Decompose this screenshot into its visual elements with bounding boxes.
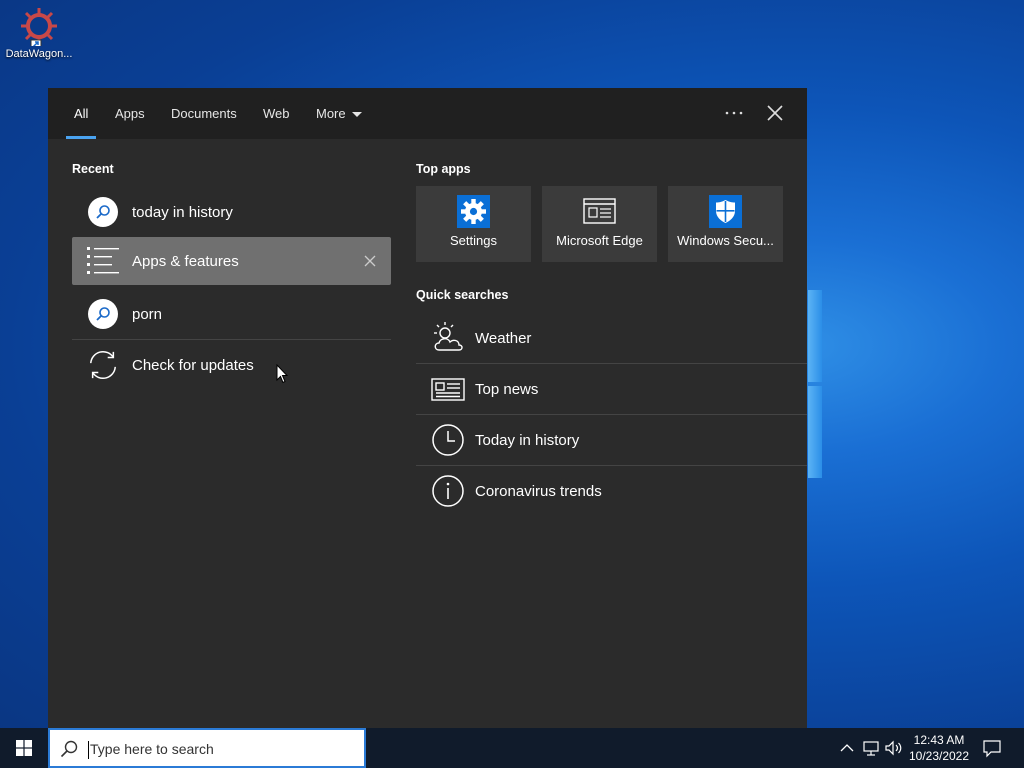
quick-search-coronavirus-trends[interactable]: Coronavirus trends <box>416 466 807 516</box>
chevron-up-icon <box>840 744 854 752</box>
search-tabs-bar: All Apps Documents Web More <box>48 88 807 139</box>
top-app-settings[interactable]: Settings <box>416 186 531 262</box>
clock-date: 10/23/2022 <box>908 749 970 763</box>
remove-recent-button[interactable] <box>363 254 377 268</box>
ellipsis-icon <box>725 111 743 115</box>
top-app-windows-security[interactable]: Windows Secu... <box>668 186 783 262</box>
start-button[interactable] <box>0 728 48 768</box>
top-app-label: Microsoft Edge <box>556 233 643 248</box>
quick-search-label: Coronavirus trends <box>475 482 602 500</box>
show-hidden-icons-button[interactable] <box>838 738 856 758</box>
quick-search-weather[interactable]: Weather <box>416 313 807 363</box>
desktop-wallpaper-beam <box>808 386 822 478</box>
top-app-microsoft-edge[interactable]: Microsoft Edge <box>542 186 657 262</box>
close-icon <box>767 105 783 121</box>
clock-time: 12:43 AM <box>913 733 965 747</box>
recent-title: Recent <box>72 162 114 176</box>
tab-more[interactable]: More <box>314 88 364 139</box>
close-button[interactable] <box>764 102 786 124</box>
windows-logo-icon <box>16 740 32 756</box>
tab-web[interactable]: Web <box>261 88 292 139</box>
network-button[interactable] <box>862 738 880 758</box>
tab-all[interactable]: All <box>65 88 98 139</box>
action-center-button[interactable] <box>982 738 1002 758</box>
mouse-cursor <box>276 363 289 384</box>
quick-search-label: Weather <box>475 329 532 347</box>
taskbar-clock[interactable]: 12:43 AM 10/23/2022 <box>904 732 974 764</box>
text-caret <box>88 741 89 759</box>
taskbar-search-input[interactable]: Type here to search <box>48 728 366 768</box>
tab-documents[interactable]: Documents <box>169 88 239 139</box>
recent-item-check-for-updates[interactable]: Check for updates <box>72 341 391 389</box>
gear-icon <box>457 195 490 228</box>
speaker-icon <box>885 740 902 756</box>
clock-icon <box>431 423 465 457</box>
info-icon <box>431 474 465 508</box>
recent-item-label: porn <box>132 305 163 323</box>
recent-item-label: Check for updates <box>132 356 254 374</box>
search-placeholder: Type here to search <box>90 741 214 757</box>
list-icon <box>87 245 119 277</box>
divider <box>72 339 391 340</box>
volume-button[interactable] <box>884 738 902 758</box>
newspaper-icon <box>431 372 465 406</box>
quick-search-label: Top news <box>475 380 539 398</box>
chevron-down-icon <box>351 112 362 118</box>
search-icon <box>87 298 119 330</box>
desktop-shortcut-datawagon[interactable]: DataWagon... <box>2 6 76 60</box>
desktop-shortcut-label: DataWagon... <box>5 48 73 60</box>
recent-item-label: Apps & features <box>132 252 239 270</box>
tab-apps[interactable]: Apps <box>113 88 147 139</box>
weather-icon <box>431 321 465 355</box>
tab-more-label: More <box>316 106 346 121</box>
recent-item-today-in-history[interactable]: today in history <box>72 188 391 236</box>
recent-item-apps-features[interactable]: Apps & features <box>72 237 391 285</box>
top-app-label: Settings <box>450 233 497 248</box>
close-icon <box>364 255 376 267</box>
quick-search-today-in-history[interactable]: Today in history <box>416 415 807 465</box>
quick-search-top-news[interactable]: Top news <box>416 364 807 414</box>
shield-icon <box>709 195 742 228</box>
quick-search-label: Today in history <box>475 431 580 449</box>
top-app-label: Windows Secu... <box>677 233 774 248</box>
network-icon <box>863 741 879 756</box>
search-icon <box>60 740 78 758</box>
recent-item-label: today in history <box>132 203 233 221</box>
recent-item-porn[interactable]: porn <box>72 290 391 338</box>
quick-searches-title: Quick searches <box>416 288 509 302</box>
refresh-icon <box>87 349 119 381</box>
datawagon-app-icon <box>19 6 59 51</box>
top-apps-title: Top apps <box>416 162 471 176</box>
browser-window-icon <box>583 195 616 228</box>
more-options-button[interactable] <box>722 102 746 124</box>
search-icon <box>87 196 119 228</box>
desktop-wallpaper-beam <box>808 290 822 382</box>
taskbar: Type here to search 12:43 AM 10/23/2022 <box>0 728 1024 768</box>
search-panel: All Apps Documents Web More Recent today… <box>48 88 807 728</box>
notification-icon <box>983 740 1001 758</box>
